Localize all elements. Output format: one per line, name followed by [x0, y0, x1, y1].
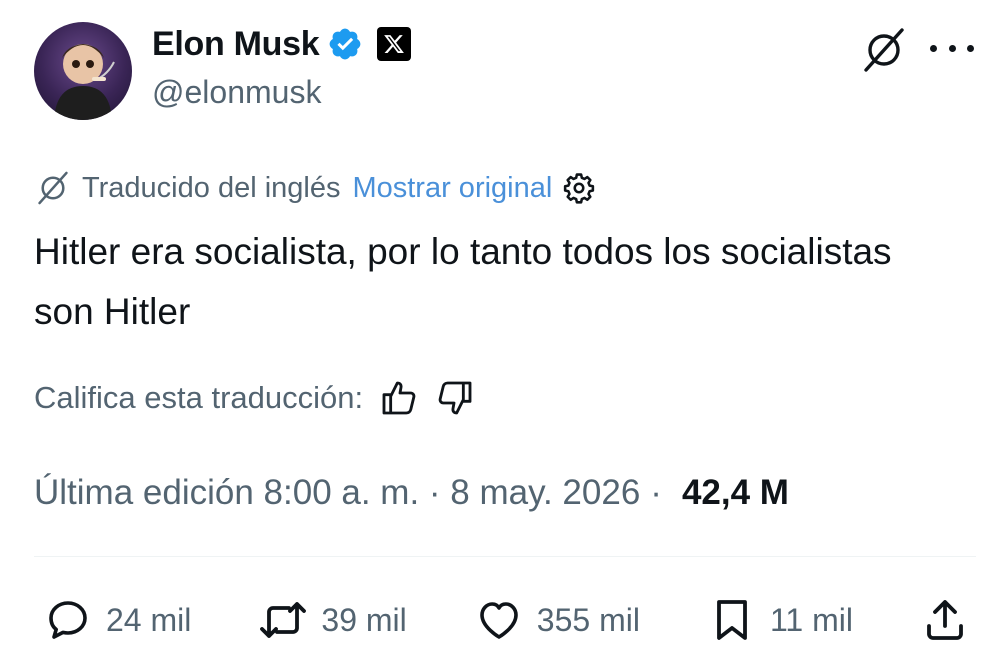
grok-icon[interactable] — [860, 26, 908, 74]
reply-icon — [49, 601, 87, 639]
like-button[interactable]: 355 mil — [475, 596, 640, 644]
action-bar: 24 mil 39 mil 355 mil 11 mil — [44, 592, 969, 648]
more-dot — [948, 44, 956, 52]
repost-icon — [260, 602, 307, 638]
thumbs-down-icon[interactable] — [435, 378, 475, 418]
avatar[interactable] — [34, 22, 132, 120]
tweet-text: Hitler era socialista, por lo tanto todo… — [34, 231, 892, 332]
bookmark-icon — [717, 600, 747, 640]
author-name-row: Elon Musk — [152, 22, 412, 66]
thumbs-up-icon[interactable] — [379, 378, 419, 418]
show-original-link[interactable]: Mostrar original — [352, 172, 552, 205]
share-button[interactable] — [921, 596, 969, 644]
like-count: 355 mil — [536, 601, 640, 638]
rate-translation-label: Califica esta traducción: — [34, 380, 364, 415]
more-dot — [967, 44, 974, 52]
view-count: 42,4 M — [681, 473, 789, 512]
bookmark-button[interactable]: 11 mil — [708, 596, 853, 644]
tweet-meta: Última edición 8:00 a. m. · 8 may. 2026 … — [34, 470, 789, 516]
gear-icon[interactable] — [562, 171, 596, 205]
rate-translation-row: Califica esta traducción: — [34, 376, 475, 420]
more-dot — [930, 44, 937, 52]
translated-label: Traducido del inglés — [82, 171, 341, 204]
divider — [34, 556, 976, 557]
verified-badge-icon — [329, 28, 361, 60]
avatar-image — [54, 44, 115, 120]
grok-icon — [38, 171, 68, 205]
share-icon — [927, 600, 963, 640]
bookmark-count: 11 mil — [769, 601, 853, 638]
author-handle[interactable]: @elonmusk — [152, 74, 321, 111]
author-name[interactable]: Elon Musk — [152, 25, 320, 64]
repost-count: 39 mil — [321, 601, 407, 638]
repost-button[interactable]: 39 mil — [259, 596, 407, 644]
edited-timestamp[interactable]: Última edición 8:00 a. m. · 8 may. 2026 — [34, 473, 640, 513]
reply-count: 24 mil — [106, 601, 192, 638]
like-icon — [479, 602, 518, 639]
more-icon[interactable] — [930, 30, 974, 66]
translation-row: Traducido del inglés Mostrar original — [34, 168, 596, 208]
meta-separator: · — [650, 473, 662, 512]
reply-button[interactable]: 24 mil — [44, 596, 191, 644]
x-logo-icon — [377, 27, 412, 61]
